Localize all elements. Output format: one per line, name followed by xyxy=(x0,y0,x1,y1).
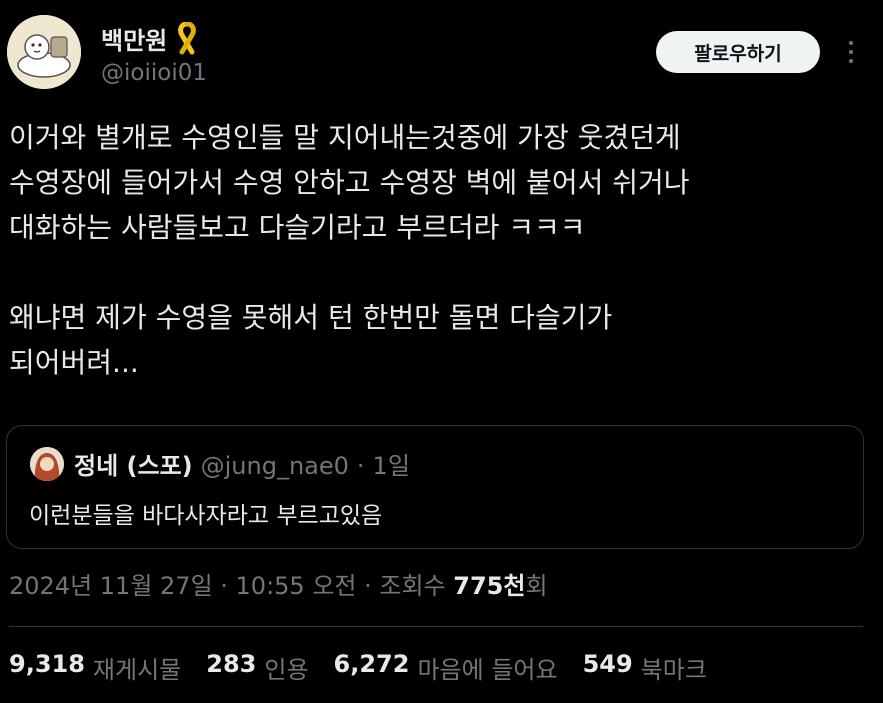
views-suffix: 회 xyxy=(525,572,548,600)
quoted-author-handle: @jung_nae0 xyxy=(200,452,349,480)
more-options-icon[interactable] xyxy=(836,36,866,68)
bookmarks-count: 549 xyxy=(582,650,633,678)
likes-count: 6,272 xyxy=(333,650,410,678)
tweet-text: 이거와 별개로 수영인들 말 지어내는것중에 가장 웃겼던게 수영장에 들어가서… xyxy=(9,115,869,385)
quoted-author-name: 정네 (스포) xyxy=(74,452,193,480)
author-display-name[interactable]: 백만원 xyxy=(101,21,199,56)
quotes-count: 283 xyxy=(206,650,257,678)
bookmarks-label: 북마크 xyxy=(640,656,707,684)
tweet-detail: 백만원 @ioiioi01 팔로우하기 이거와 별개로 수영인들 말 지어내는것… xyxy=(0,0,883,703)
reposts-label: 재게시물 xyxy=(92,656,182,684)
quoted-tweet-header: 정네 (스포) @jung_nae0 · 1일 xyxy=(74,446,410,481)
tweet-line xyxy=(9,250,869,295)
quoted-tweet-card[interactable]: 정네 (스포) @jung_nae0 · 1일 이런분들을 바다사자라고 부르고… xyxy=(6,425,864,549)
likes-stat[interactable]: 6,272 마음에 들어요 xyxy=(334,650,558,685)
engagement-stats: 9,318 재게시물 283 인용 6,272 마음에 들어요 549 북마크 xyxy=(9,650,707,685)
likes-label: 마음에 들어요 xyxy=(417,656,558,684)
quoted-tweet-time: 1일 xyxy=(372,452,410,480)
yellow-ribbon-icon xyxy=(175,21,199,56)
tweet-line: 되어버려... xyxy=(9,346,139,379)
tweet-line: 왜냐면 제가 수영을 못해서 턴 한번만 돌면 다슬기가 xyxy=(9,301,613,334)
author-handle[interactable]: @ioiioi01 xyxy=(101,60,207,86)
quoted-tweet-text: 이런분들을 바다사자라고 부르고있음 xyxy=(29,503,383,529)
reposts-stat[interactable]: 9,318 재게시물 xyxy=(9,650,181,685)
divider xyxy=(9,626,863,627)
author-avatar[interactable] xyxy=(7,15,81,89)
follow-button[interactable]: 팔로우하기 xyxy=(656,31,820,73)
quoted-author-avatar xyxy=(30,447,64,481)
bookmarks-stat[interactable]: 549 북마크 xyxy=(583,650,707,685)
tweet-meta: 2024년 11월 27일 · 10:55 오전 · 조회수 775천회 xyxy=(9,566,548,601)
quotes-stat[interactable]: 283 인용 xyxy=(206,650,308,685)
tweet-line: 대화하는 사람들보고 다슬기라고 부르더라 ㅋㅋㅋ xyxy=(9,211,586,244)
tweet-line: 수영장에 들어가서 수영 안하고 수영장 벽에 붙어서 쉬거나 xyxy=(9,166,690,199)
reposts-count: 9,318 xyxy=(9,650,85,678)
author-name-text[interactable]: 백만원 xyxy=(101,21,167,56)
separator-dot: · xyxy=(356,452,365,480)
quotes-label: 인용 xyxy=(264,656,309,684)
tweet-line: 이거와 별개로 수영인들 말 지어내는것중에 가장 웃겼던게 xyxy=(9,121,681,154)
timestamp[interactable]: 2024년 11월 27일 · 10:55 오전 · 조회수 xyxy=(9,572,446,600)
views-count: 775천 xyxy=(453,572,526,600)
